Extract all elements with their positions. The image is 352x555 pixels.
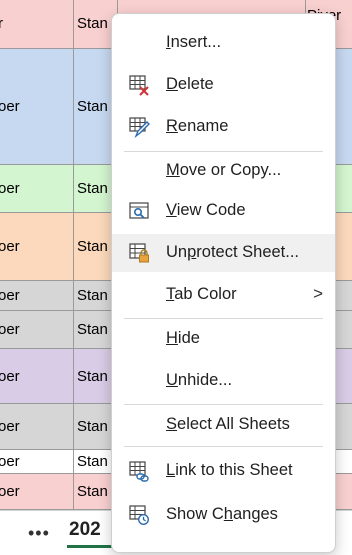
delete-sheet-icon (128, 74, 150, 96)
menu-separator (124, 446, 323, 447)
cell-col-a[interactable]: oer (0, 404, 74, 449)
cell-col-a[interactable]: oer (0, 165, 74, 212)
menu-item-hide[interactable]: Hide (112, 320, 335, 358)
menu-item-delete[interactable]: Delete (112, 66, 335, 104)
menu-separator (124, 404, 323, 405)
cell-col-a[interactable]: oer (0, 49, 74, 164)
cell-text: oer (0, 418, 20, 435)
cell-text: oer (0, 238, 20, 255)
menu-item-link-to-sheet[interactable]: Link to this Sheet (112, 452, 335, 490)
cell-col-a[interactable]: oer (0, 450, 74, 473)
menu-item-move-or-copy[interactable]: Move or Copy... (112, 152, 335, 190)
cell-text: Stan (77, 15, 108, 32)
link-sheet-icon (128, 460, 150, 482)
cell-text: Stan (77, 180, 108, 197)
menu-item-select-all-sheets[interactable]: Select All Sheets (112, 406, 335, 444)
cell-text: oer (0, 287, 20, 304)
cell-col-a[interactable]: oer (0, 281, 74, 310)
cell-text: oer (0, 453, 20, 470)
cell-text: oer (0, 368, 20, 385)
more-tabs-button[interactable]: ••• (28, 523, 50, 544)
show-changes-icon (128, 504, 150, 526)
sheet-tab-context-menu: Insert... Delete Rename Move or Copy... … (111, 13, 336, 553)
menu-item-insert[interactable]: Insert... (112, 24, 335, 62)
rename-sheet-icon (128, 116, 150, 139)
cell-col-a[interactable]: oer (0, 349, 74, 403)
menu-item-tab-color[interactable]: Tab Color > (112, 276, 335, 314)
cell-text: oer (0, 180, 20, 197)
cell-col-a[interactable]: oer (0, 474, 74, 509)
cell-text: Stan (77, 238, 108, 255)
unprotect-sheet-icon (128, 242, 150, 264)
cell-text: oer (0, 321, 20, 338)
menu-item-unprotect-sheet[interactable]: Unprotect Sheet... (112, 234, 335, 272)
menu-item-rename[interactable]: Rename (112, 108, 335, 146)
cell-text: oer (0, 483, 20, 500)
submenu-arrow-icon: > (313, 284, 323, 303)
cell-text: Stan (77, 287, 108, 304)
menu-item-show-changes[interactable]: Show Changes (112, 496, 335, 534)
menu-item-unhide[interactable]: Unhide... (112, 362, 335, 400)
cell-col-a[interactable]: oer (0, 311, 74, 348)
menu-separator (124, 318, 323, 319)
sheet-tab-label: 202 (69, 519, 101, 540)
cell-text: r (0, 15, 3, 32)
cell-text: Stan (77, 453, 108, 470)
cell-text: oer (0, 98, 20, 115)
cell-col-a[interactable]: oer (0, 213, 74, 280)
cell-text: Stan (77, 368, 108, 385)
view-code-icon (128, 200, 150, 222)
cell-text: Stan (77, 98, 108, 115)
menu-item-view-code[interactable]: View Code (112, 192, 335, 230)
cell-text: Stan (77, 483, 108, 500)
cell-text: Stan (77, 418, 108, 435)
cell-text: Stan (77, 321, 108, 338)
cell-col-a[interactable]: r (0, 0, 74, 48)
